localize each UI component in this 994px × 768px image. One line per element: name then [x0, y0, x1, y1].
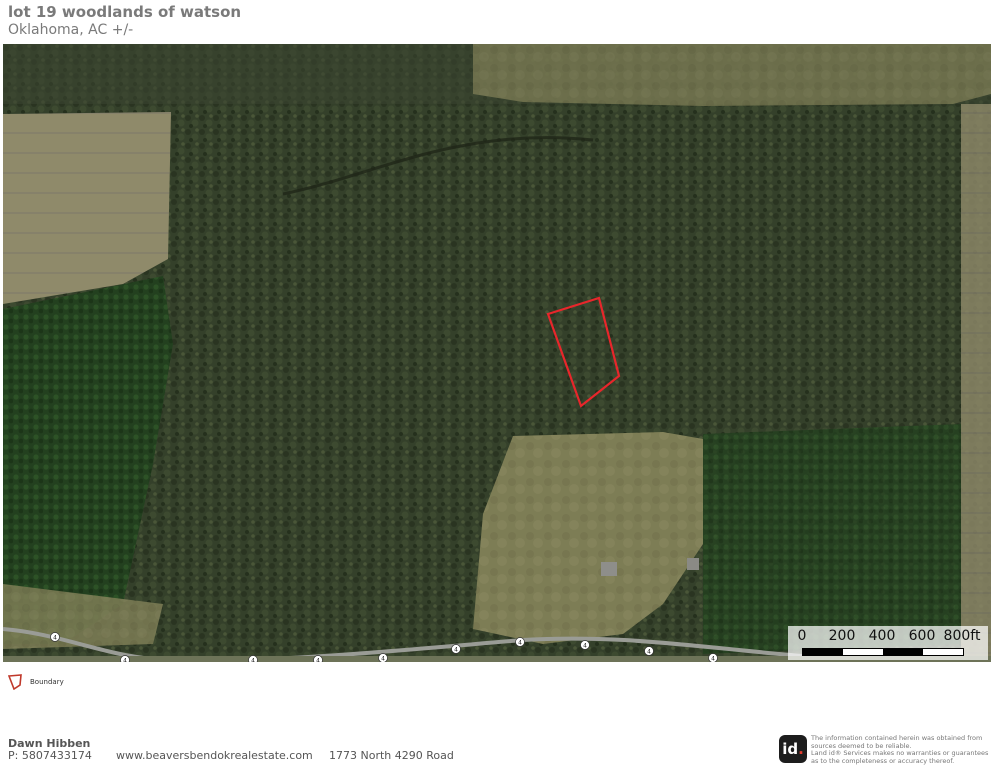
- legend-label-boundary: Boundary: [30, 678, 64, 686]
- aerial-map[interactable]: 4 4 4 4 4 4 4 4 4 4 0 200 400 600 800ft: [3, 44, 991, 662]
- scale-label: 600: [908, 628, 936, 644]
- road-marker-label: 4: [123, 658, 127, 663]
- disclaimer: The information contained herein was obt…: [811, 734, 991, 765]
- road-marker-label: 4: [251, 658, 255, 663]
- road-marker-label: 4: [381, 656, 385, 663]
- road-marker-label: 4: [454, 647, 458, 654]
- scale-label: 200: [828, 628, 856, 644]
- scale-label: 400: [868, 628, 896, 644]
- boundary-polygon-icon: [8, 674, 22, 690]
- scale-segment: [803, 649, 843, 655]
- agent-website-link[interactable]: www.beaversbendokrealestate.com: [116, 749, 313, 762]
- property-address: 1773 North 4290 Road: [329, 749, 454, 762]
- scale-label: 0: [797, 628, 807, 644]
- page-subtitle: Oklahoma, AC +/-: [8, 22, 134, 38]
- scale-bar: 0 200 400 600 800ft: [788, 626, 988, 660]
- scale-track: [802, 648, 964, 656]
- map-sheet: lot 19 woodlands of watson Oklahoma, AC …: [0, 0, 994, 768]
- disclaimer-line: as to the completeness or accuracy there…: [811, 756, 955, 765]
- land-id-logo: id.: [779, 735, 807, 763]
- road-marker-label: 4: [583, 643, 587, 650]
- page-title: lot 19 woodlands of watson: [8, 3, 242, 21]
- road-marker-label: 4: [53, 635, 57, 642]
- road-marker-label: 4: [647, 649, 651, 656]
- scale-segment: [883, 649, 923, 655]
- logo-dot: .: [798, 740, 804, 758]
- road-marker-label: 4: [316, 658, 320, 663]
- aerial-imagery: 4 4 4 4 4 4 4 4 4 4: [3, 44, 991, 662]
- agent-phone: P: 5807433174: [8, 749, 92, 762]
- logo-text: id: [782, 740, 799, 758]
- road-marker-label: 4: [518, 640, 522, 647]
- road-marker-label: 4: [711, 656, 715, 663]
- scale-label: 800ft: [943, 628, 981, 644]
